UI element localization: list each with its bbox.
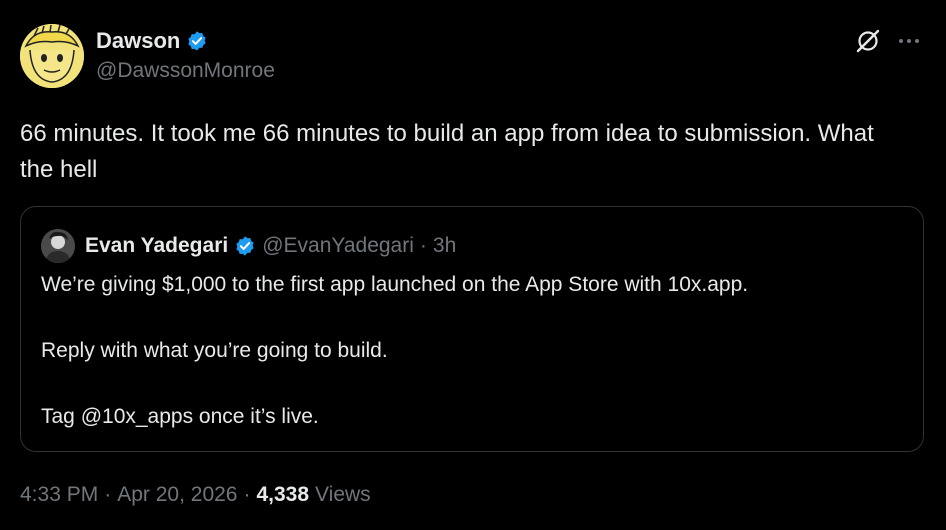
author-name[interactable]: Dawson: [96, 28, 180, 54]
meta-separator: ·: [243, 483, 251, 506]
tweet-time[interactable]: 4:33 PM: [20, 481, 98, 509]
tweet-meta: 4:33 PM · Apr 20, 2026 · 4,338 Views: [20, 481, 371, 509]
author-handle[interactable]: @DawssonMonroe: [96, 58, 275, 84]
quoted-text: We’re giving $1,000 to the first app lau…: [41, 269, 901, 433]
views-label[interactable]: Views: [315, 481, 371, 509]
views-count[interactable]: 4,338: [256, 481, 309, 509]
quoted-separator: ·: [419, 234, 427, 257]
quoted-header: Evan Yadegari @EvanYadegari · 3h: [85, 233, 456, 259]
tweet: Dawson @DawssonMonroe 66 minutes. It too…: [0, 0, 946, 530]
grok-icon[interactable]: [855, 28, 881, 54]
meta-separator: ·: [104, 483, 112, 506]
author-avatar[interactable]: [20, 24, 84, 88]
quoted-tweet[interactable]: Evan Yadegari @EvanYadegari · 3h We’re g…: [20, 206, 924, 452]
verified-badge-icon[interactable]: [186, 30, 208, 52]
tweet-text: 66 minutes. It took me 66 minutes to bui…: [20, 120, 874, 183]
quoted-line: We’re giving $1,000 to the first app lau…: [41, 273, 749, 296]
tweet-date[interactable]: Apr 20, 2026: [117, 481, 237, 509]
author-name-row[interactable]: Dawson: [96, 28, 208, 54]
quoted-line: Reply with what you’re going to build.: [41, 339, 388, 362]
quoted-author-handle[interactable]: @EvanYadegari: [262, 233, 414, 259]
quoted-author-name[interactable]: Evan Yadegari: [85, 233, 228, 259]
more-icon[interactable]: [896, 30, 922, 52]
quoted-verified-badge-icon[interactable]: [234, 235, 256, 257]
quoted-line: Tag @10x_apps once it’s live.: [41, 405, 319, 428]
quoted-author-avatar[interactable]: [41, 229, 75, 263]
quoted-timestamp[interactable]: 3h: [433, 233, 456, 259]
